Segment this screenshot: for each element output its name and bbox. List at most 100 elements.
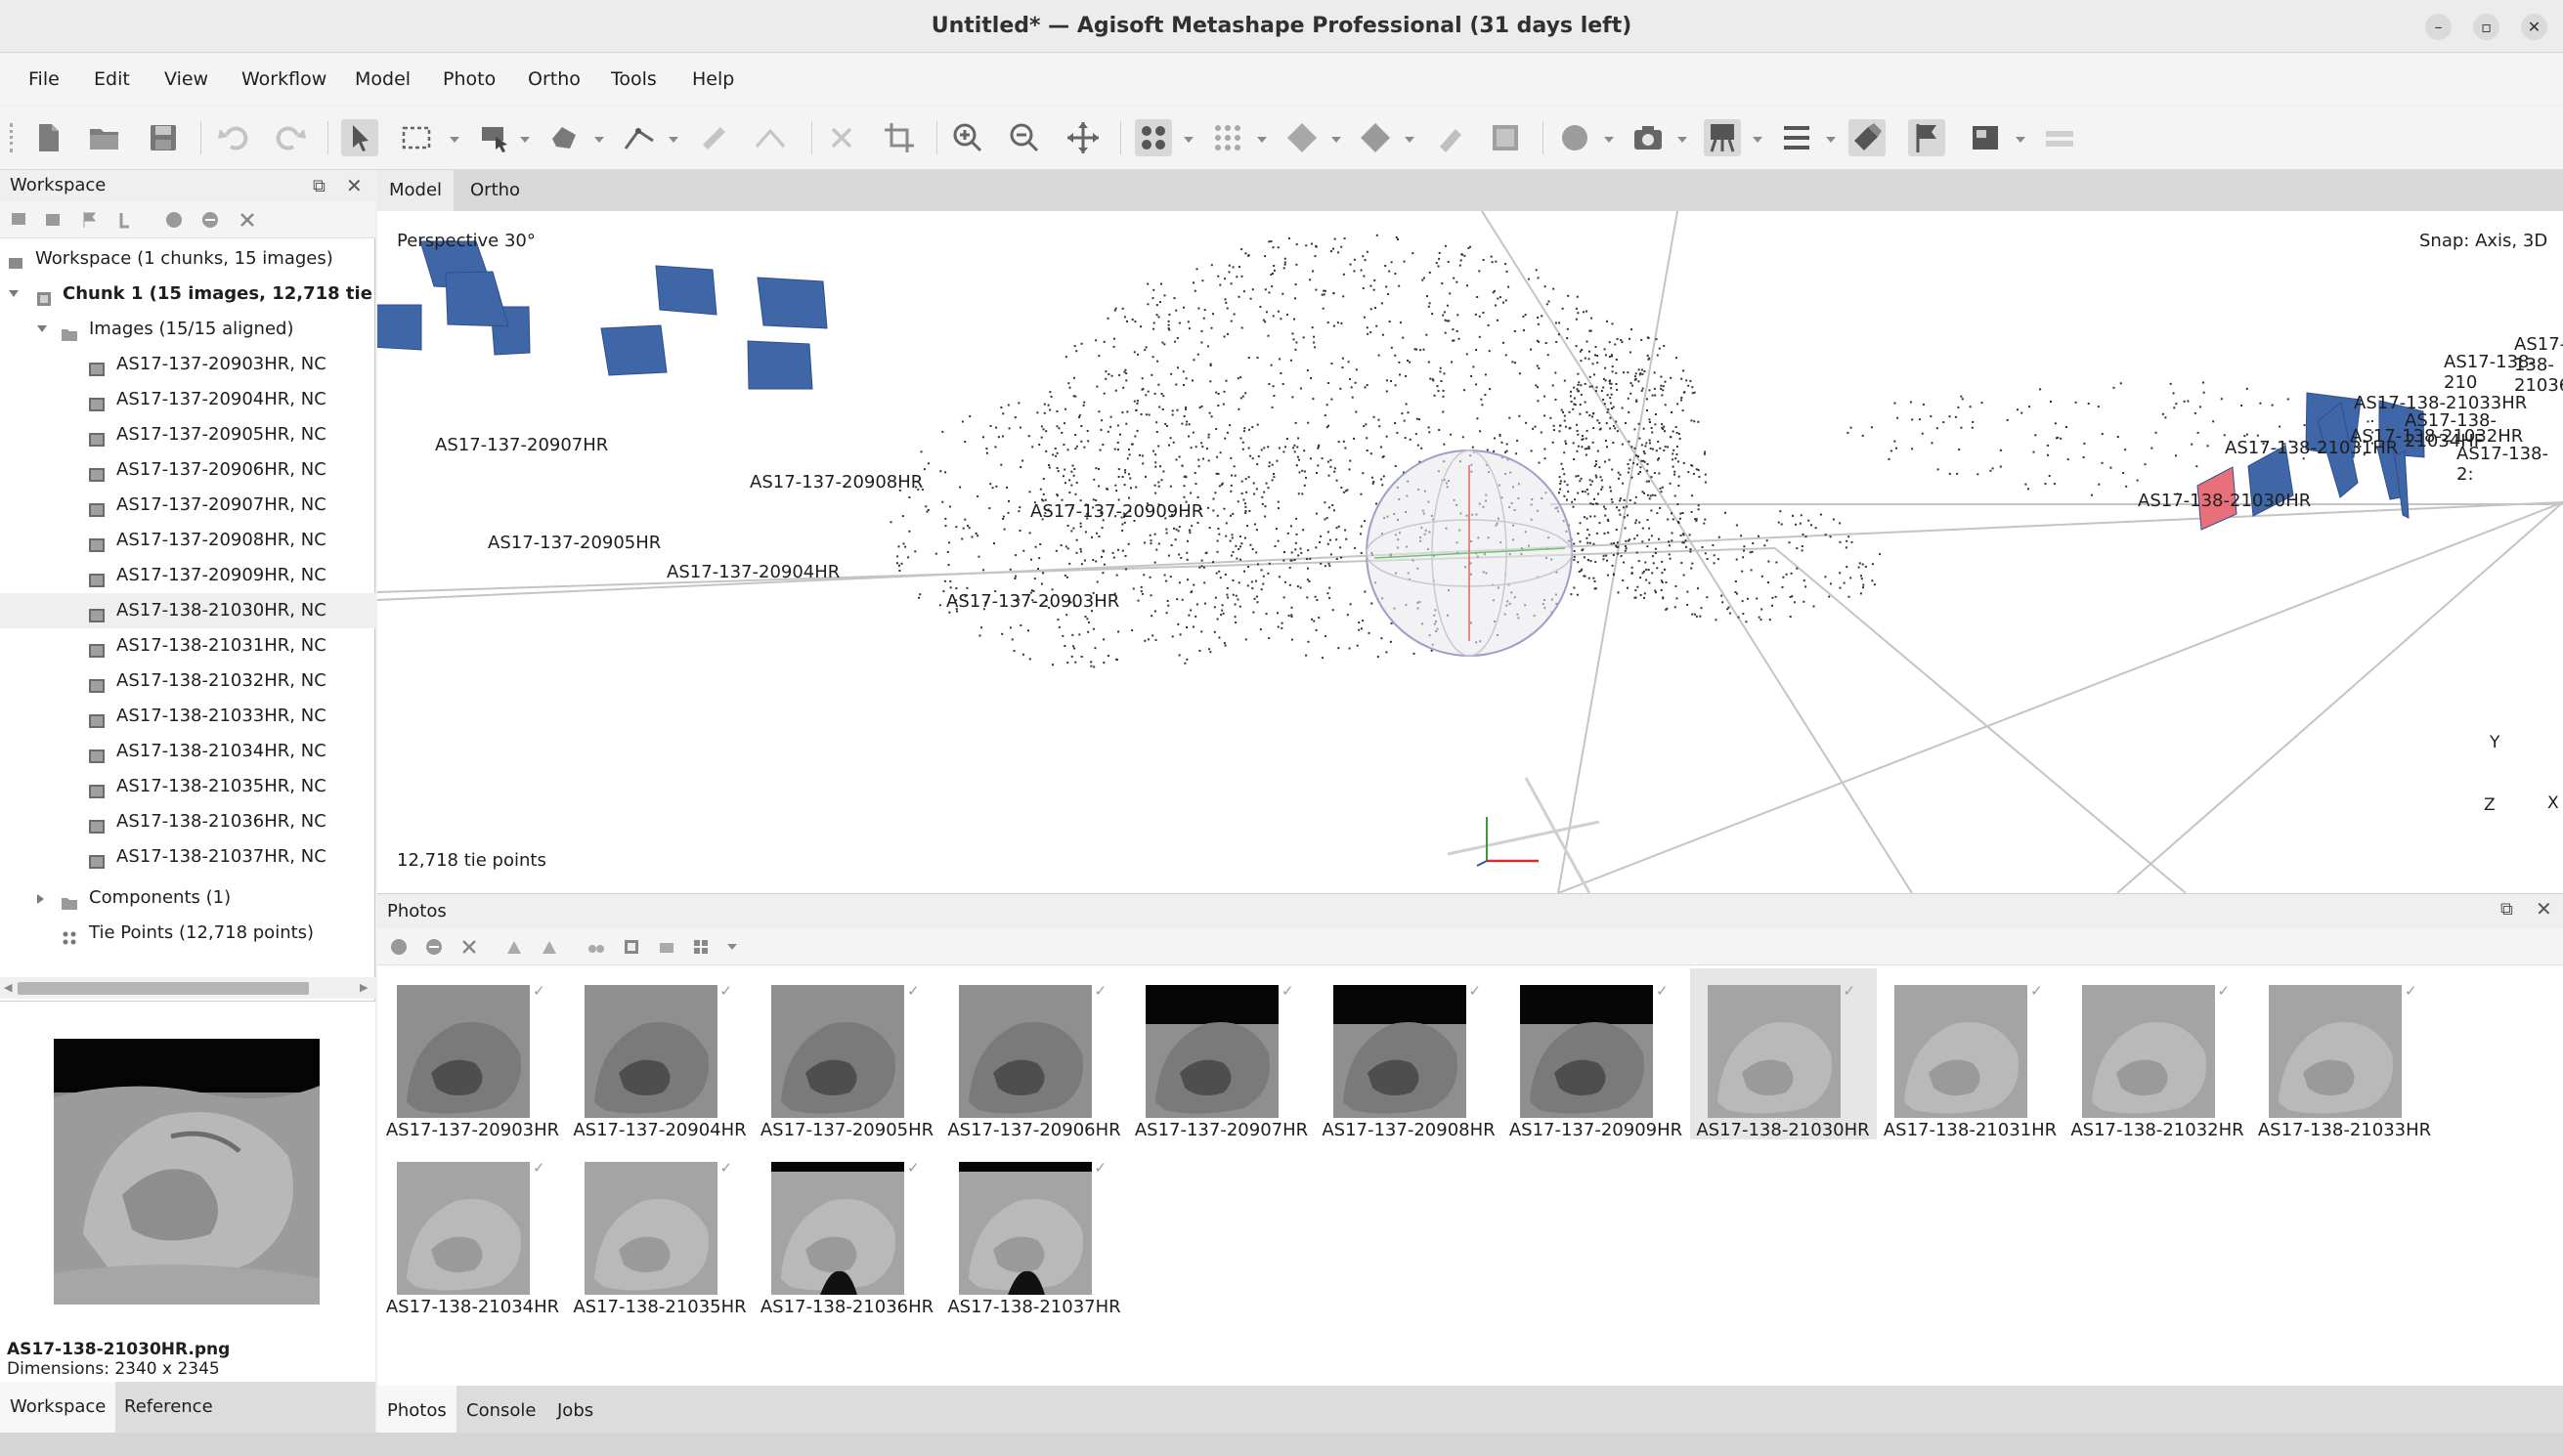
photo-thumbnail[interactable]: ✓ AS17-138-21037HR [941, 1145, 1128, 1317]
camera-label[interactable]: AS17-138-210 [2444, 352, 2563, 393]
new-document-icon[interactable] [29, 119, 66, 156]
tree-image-item[interactable]: AS17-137-20906HR, NC [0, 452, 375, 488]
photo-thumbnail[interactable]: ✓ AS17-138-21031HR [1877, 968, 2063, 1140]
model-viewport[interactable]: Perspective 30° Snap: Axis, 3D 12,718 ti… [377, 211, 2563, 893]
tree-image-item[interactable]: AS17-138-21034HR, NC [0, 734, 375, 769]
disable-icon[interactable] [200, 210, 220, 230]
minimize-button[interactable]: – [2425, 14, 2452, 40]
tab-console[interactable]: Console [456, 1386, 545, 1436]
expand-images-icon[interactable] [37, 325, 47, 332]
expand-components-icon[interactable] [37, 894, 44, 904]
tree-image-item[interactable]: AS17-138-21031HR, NC [0, 628, 375, 664]
rectangle-select-icon[interactable] [398, 119, 435, 156]
photo-thumbnail[interactable]: ✓ AS17-137-20907HR [1128, 968, 1315, 1140]
settings-menu-icon[interactable] [1778, 119, 1815, 156]
tie-points-icon[interactable] [1135, 119, 1172, 156]
close-pane-icon[interactable]: ✕ [346, 174, 363, 197]
camera-frame[interactable] [600, 324, 668, 376]
photo-thumbnail[interactable]: ✓ AS17-137-20909HR [1502, 968, 1689, 1140]
shape-select-icon[interactable] [476, 119, 513, 156]
zoom-in-icon[interactable] [949, 119, 986, 156]
camera-frame[interactable] [377, 304, 422, 351]
draw-polyline-icon[interactable] [621, 119, 658, 156]
tree-image-item[interactable]: AS17-138-21032HR, NC [0, 664, 375, 699]
enable-camera-icon[interactable] [389, 937, 409, 957]
menu-help[interactable]: Help [692, 54, 734, 105]
add-chunk-icon[interactable] [10, 210, 29, 230]
tab-workspace[interactable]: Workspace [0, 1382, 116, 1433]
undock-icon[interactable]: ⧉ [313, 176, 326, 196]
remove-item-icon[interactable] [238, 210, 257, 230]
textured-model-icon[interactable] [1430, 119, 1467, 156]
tree-image-item[interactable]: AS17-137-20907HR, NC [0, 488, 375, 523]
menu-workflow[interactable]: Workflow [241, 54, 326, 105]
menu-ortho[interactable]: Ortho [528, 54, 581, 105]
delete-selection-icon[interactable] [823, 119, 860, 156]
tree-components[interactable]: Components (1) [0, 880, 375, 916]
menu-file[interactable]: File [28, 54, 60, 105]
dense-points-icon[interactable] [1209, 119, 1246, 156]
tab-jobs[interactable]: Jobs [547, 1386, 603, 1436]
flags-icon[interactable] [1908, 119, 1945, 156]
region-icon[interactable] [1556, 119, 1593, 156]
menu-model[interactable]: Model [355, 54, 411, 105]
tree-images-folder[interactable]: Images (15/15 aligned) [0, 312, 375, 347]
tree-image-item[interactable]: AS17-138-21036HR, NC [0, 804, 375, 839]
layers-icon[interactable] [2041, 119, 2078, 156]
crop-icon[interactable] [881, 119, 918, 156]
photo-thumbnail[interactable]: ✓ AS17-138-21032HR [2064, 968, 2251, 1140]
select-pointer-icon[interactable] [341, 119, 378, 156]
camera-label[interactable]: AS17-138-21031HR [2225, 438, 2398, 458]
remove-camera-icon[interactable] [459, 937, 479, 957]
rotation-trackball[interactable] [1366, 450, 1573, 657]
camera-label[interactable]: AS17-137-20905HR [488, 533, 661, 553]
camera-label[interactable]: AS17-137-20904HR [667, 562, 840, 582]
camera-frame[interactable] [757, 277, 828, 329]
tab-reference[interactable]: Reference [114, 1382, 223, 1433]
camera-label[interactable]: AS17-138-2: [2456, 444, 2563, 485]
scrollbar-thumb[interactable] [18, 982, 309, 995]
camera-label[interactable]: AS17-137-20907HR [435, 435, 608, 455]
photo-thumbnail[interactable]: ✓ AS17-138-21033HR [2251, 968, 2438, 1140]
tree-workspace-root[interactable]: Workspace (1 chunks, 15 images) [0, 241, 375, 277]
tree-tie-points[interactable]: Tie Points (12,718 points) [0, 916, 375, 951]
scroll-right-icon[interactable]: ▶ [360, 981, 368, 994]
close-pane-icon[interactable]: ✕ [2536, 897, 2552, 921]
markers-icon[interactable] [1848, 119, 1886, 156]
tree-image-item[interactable]: AS17-137-20904HR, NC [0, 382, 375, 417]
maximize-button[interactable]: ▫ [2473, 14, 2499, 40]
workspace-horizontal-scrollbar[interactable]: ◀ ▶ [0, 977, 375, 999]
filter-by-point-icon[interactable] [622, 937, 641, 957]
scroll-left-icon[interactable]: ◀ [4, 981, 12, 994]
photo-thumbnail[interactable]: ✓ AS17-138-21036HR [754, 1145, 940, 1317]
tiled-model-icon[interactable] [1487, 119, 1524, 156]
camera-label[interactable]: AS17-137-20903HR [946, 591, 1119, 612]
shaded-model-icon[interactable] [1357, 119, 1394, 156]
camera-frame[interactable] [655, 265, 717, 316]
undock-icon[interactable]: ⧉ [2500, 899, 2513, 920]
camera-frame[interactable] [445, 271, 509, 327]
camera-label[interactable]: AS17-137-20908HR [750, 472, 923, 492]
add-marker-icon[interactable] [80, 210, 100, 230]
free-form-select-icon[interactable] [544, 119, 582, 156]
photo-thumbnail[interactable]: ✓ AS17-137-20903HR [379, 968, 566, 1140]
tab-photos[interactable]: Photos [377, 1386, 456, 1436]
filter-by-markers-icon[interactable] [586, 937, 606, 957]
toolbar-grip[interactable] [10, 123, 14, 152]
scene-canvas[interactable] [377, 211, 2563, 893]
rotate-right-icon[interactable] [540, 937, 559, 957]
tree-image-item[interactable]: AS17-137-20908HR, NC [0, 523, 375, 558]
rotate-left-icon[interactable] [504, 937, 524, 957]
cameras-icon[interactable] [1629, 119, 1667, 156]
add-scalebar-icon[interactable] [115, 210, 135, 230]
photo-thumbnail[interactable]: ✓ AS17-137-20908HR [1316, 968, 1502, 1140]
menu-photo[interactable]: Photo [443, 54, 496, 105]
enable-icon[interactable] [164, 210, 184, 230]
solid-model-icon[interactable] [1283, 119, 1321, 156]
view-mode-icon[interactable] [692, 937, 712, 957]
ortho-preview-icon[interactable] [1967, 119, 2004, 156]
photo-thumbnail[interactable]: ✓ AS17-138-21034HR [379, 1145, 566, 1317]
menu-view[interactable]: View [164, 54, 208, 105]
ruler-icon[interactable] [695, 119, 732, 156]
tree-image-item[interactable]: AS17-137-20903HR, NC [0, 347, 375, 382]
